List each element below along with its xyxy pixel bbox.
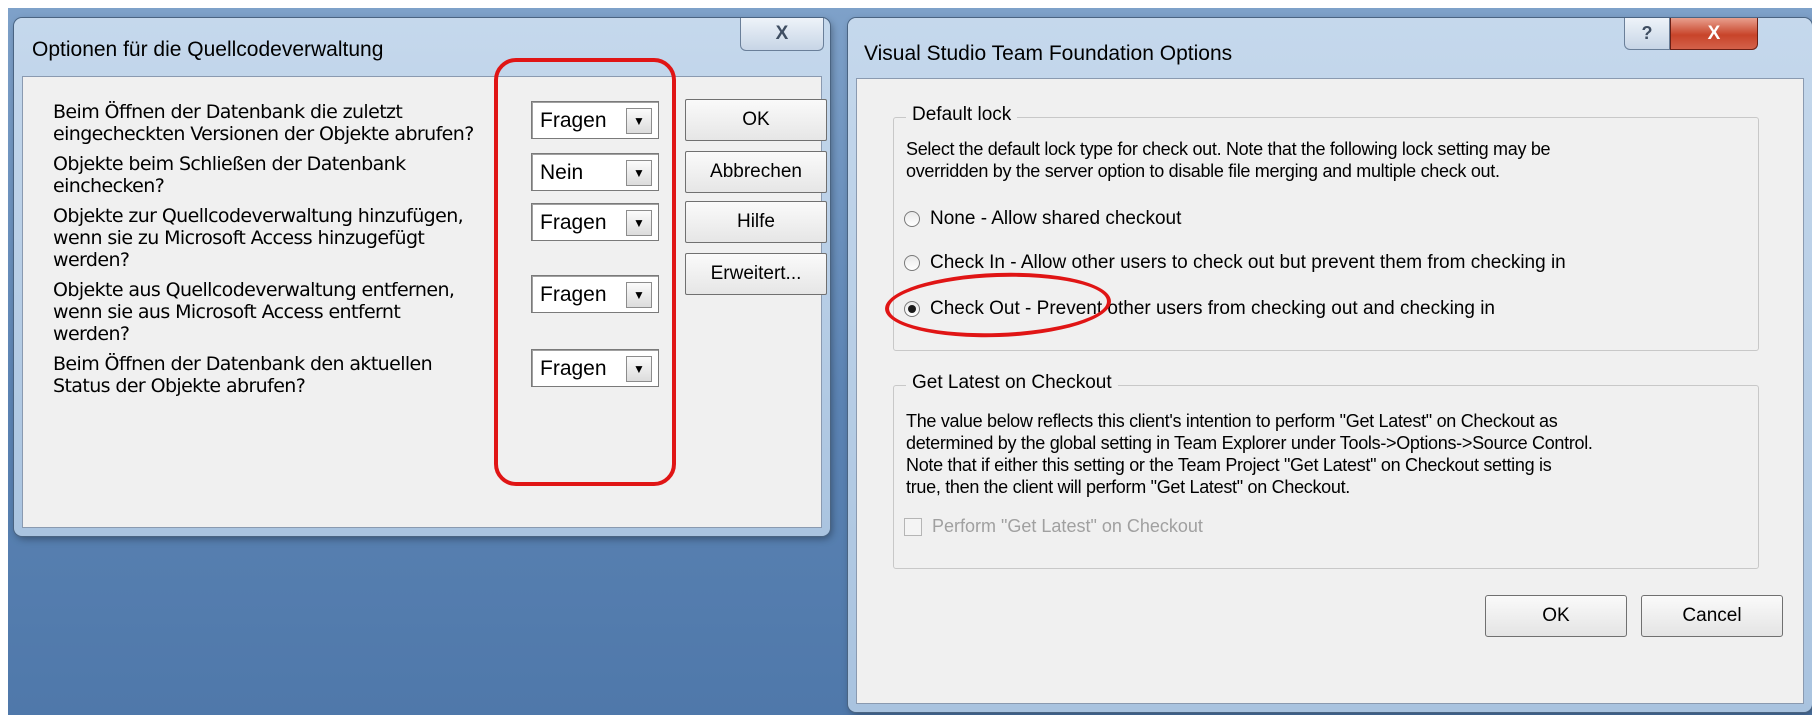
get-latest-description: The value below reflects this client's i… bbox=[906, 411, 1593, 497]
ok-button[interactable]: OK bbox=[1485, 595, 1627, 637]
advanced-button[interactable]: Erweitert... bbox=[685, 253, 827, 295]
close-icon: X bbox=[1707, 22, 1721, 44]
help-title-button[interactable]: ? bbox=[1624, 18, 1670, 50]
option-label-get-status: Beim Öffnen der Datenbank den aktuellen … bbox=[53, 353, 433, 397]
radio-label: Check In - Allow other users to check ou… bbox=[930, 252, 1566, 273]
group-legend: Get Latest on Checkout bbox=[906, 372, 1118, 394]
radio-option-check-in[interactable]: Check In - Allow other users to check ou… bbox=[904, 252, 1566, 274]
ok-button[interactable]: OK bbox=[685, 99, 827, 141]
radio-option-none[interactable]: None - Allow shared checkout bbox=[904, 208, 1181, 230]
source-control-options-dialog: Optionen für die Quellcodeverwaltung X B… bbox=[14, 18, 830, 536]
group-legend: Default lock bbox=[906, 104, 1018, 126]
perform-get-latest-checkbox[interactable]: Perform "Get Latest" on Checkout bbox=[904, 516, 1203, 537]
help-icon: ? bbox=[1641, 23, 1653, 43]
dialog-title: Optionen für die Quellcodeverwaltung bbox=[32, 38, 384, 61]
checkbox-icon[interactable] bbox=[904, 517, 922, 536]
option-label-get-latest: Beim Öffnen der Datenbank die zuletzt ei… bbox=[53, 101, 474, 145]
help-button[interactable]: Hilfe bbox=[685, 201, 827, 243]
radio-label: None - Allow shared checkout bbox=[930, 208, 1182, 229]
option-label-remove-objects: Objekte aus Quellcodeverwaltung entferne… bbox=[53, 279, 455, 345]
default-lock-description: Select the default lock type for check o… bbox=[906, 139, 1551, 181]
radio-button-icon[interactable] bbox=[904, 211, 920, 227]
option-label-checkin-on-close: Objekte beim Schließen der Datenbank ein… bbox=[53, 153, 406, 197]
close-button[interactable]: X bbox=[1670, 18, 1758, 50]
dialog-body: Beim Öffnen der Datenbank die zuletzt ei… bbox=[22, 76, 827, 528]
option-label-add-objects: Objekte zur Quellcodeverwaltung hinzufüg… bbox=[53, 205, 464, 271]
checkbox-label: Perform "Get Latest" on Checkout bbox=[932, 516, 1203, 536]
dialog-title: Visual Studio Team Foundation Options bbox=[864, 42, 1233, 65]
dialog-body: Default lock Select the default lock typ… bbox=[856, 78, 1804, 704]
radio-button-icon[interactable] bbox=[904, 255, 920, 271]
get-latest-group: Get Latest on Checkout The value below r… bbox=[893, 372, 1759, 569]
team-foundation-options-dialog: Visual Studio Team Foundation Options ? … bbox=[848, 18, 1812, 712]
close-icon: X bbox=[775, 23, 789, 44]
cancel-button[interactable]: Abbrechen bbox=[685, 151, 827, 193]
highlight-annotation bbox=[494, 58, 676, 486]
cancel-button[interactable]: Cancel bbox=[1641, 595, 1783, 637]
close-button[interactable]: X bbox=[740, 18, 824, 51]
